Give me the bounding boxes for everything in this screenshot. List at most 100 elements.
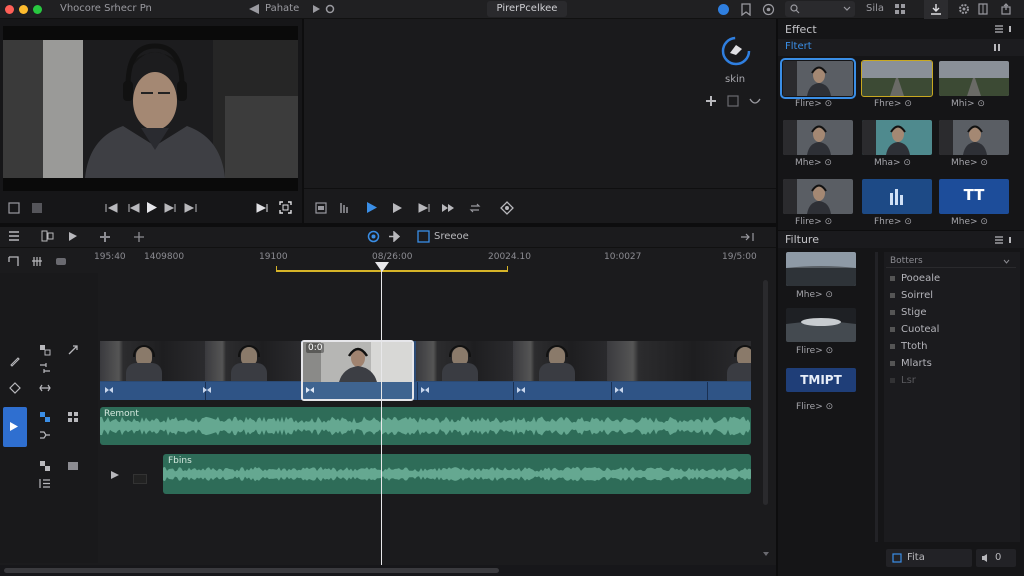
playhead[interactable] [381, 262, 382, 568]
transition-icon[interactable] [516, 386, 526, 394]
loop-icon[interactable] [469, 203, 481, 213]
menu-icon[interactable] [8, 231, 20, 241]
audio2-list-icon[interactable] [39, 478, 51, 489]
track-blend-icon[interactable] [39, 363, 51, 373]
effect-thumbnail[interactable] [939, 120, 1009, 155]
project-title[interactable]: PirerPcelkee [487, 1, 567, 17]
pen-icon[interactable] [9, 355, 21, 367]
select-tool-icon[interactable] [68, 231, 78, 242]
effect-thumbnail[interactable] [862, 120, 932, 155]
add-marker-icon[interactable] [99, 231, 111, 243]
target-icon[interactable] [762, 3, 775, 16]
effect-thumbnail[interactable] [780, 58, 856, 99]
transition-icon[interactable] [305, 386, 315, 394]
filter-list-item[interactable]: Soirrel [890, 290, 933, 301]
effects-menu-icon[interactable] [994, 25, 1004, 33]
filter-thumbnail-road[interactable] [786, 252, 856, 286]
transition-icon[interactable] [420, 386, 430, 394]
jump-end-icon[interactable] [256, 203, 268, 213]
crop-icon[interactable] [727, 95, 739, 107]
audio-monitor-icon[interactable] [39, 411, 51, 423]
zoom-window-button[interactable] [33, 5, 42, 14]
audio2-play-icon[interactable] [110, 470, 120, 480]
audio-meters-icon[interactable] [339, 202, 349, 214]
zoom-fit-icon[interactable] [740, 232, 756, 242]
grid-icon[interactable] [895, 4, 906, 15]
timeline-horizontal-scrollbar[interactable] [4, 568, 499, 573]
clip-edge[interactable] [707, 382, 708, 400]
viewer-video-frame[interactable] [3, 26, 298, 191]
clip-edge[interactable] [611, 382, 612, 400]
in-out-range[interactable] [276, 270, 508, 272]
next-frame-icon[interactable] [164, 203, 176, 213]
fullscreen-icon[interactable] [279, 201, 292, 214]
snapping-icon[interactable] [367, 230, 380, 243]
arrow-right-icon[interactable] [388, 231, 401, 242]
filter-list-item[interactable]: Ttoth [890, 341, 927, 352]
filter-list-item[interactable]: Mlarts [890, 358, 932, 369]
skimming-icon[interactable] [31, 256, 43, 267]
snap-icon[interactable] [8, 256, 19, 267]
secondary-play-button[interactable] [366, 201, 378, 214]
distort-icon[interactable] [749, 95, 761, 107]
audio2-solo-icon[interactable] [67, 460, 79, 472]
filters-more-icon[interactable] [1008, 236, 1012, 244]
snapshot-icon[interactable] [500, 201, 514, 215]
filter-list-item[interactable]: Cuoteal [890, 324, 939, 335]
timeline-tool-label[interactable]: Sreeoe [434, 231, 469, 242]
sidebar-label[interactable]: Sila [866, 3, 884, 14]
audio-skimming-icon[interactable] [55, 256, 67, 267]
skip-back-icon[interactable] [105, 203, 119, 213]
transition-icon[interactable] [614, 386, 624, 394]
clip-appearance-icon[interactable] [41, 230, 54, 242]
playhead-handle[interactable] [375, 262, 389, 272]
audio-clip-2[interactable] [163, 454, 751, 494]
play-preview-icon[interactable] [311, 4, 321, 14]
add-track-icon[interactable] [133, 231, 145, 243]
transform-icon[interactable] [705, 95, 717, 107]
audio2-split-icon[interactable] [39, 460, 51, 472]
share-label[interactable]: Pahate [265, 3, 299, 14]
skip-forward-icon[interactable] [183, 203, 197, 213]
audio-route-icon[interactable] [39, 430, 51, 440]
audio-grid-icon[interactable] [67, 411, 79, 423]
track-split-icon[interactable] [39, 344, 51, 356]
safe-zones-icon[interactable] [8, 202, 20, 214]
scroll-down-icon[interactable] [762, 551, 770, 557]
in-point-marker[interactable] [276, 266, 277, 272]
color-wheel-icon[interactable] [720, 35, 752, 67]
gear-icon[interactable] [958, 3, 970, 15]
secondary-play-alt-icon[interactable] [392, 202, 403, 214]
effects-pin-icon[interactable] [993, 43, 1001, 52]
share-icon[interactable] [248, 3, 260, 15]
close-window-button[interactable] [5, 5, 14, 14]
chevron-down-icon[interactable] [843, 6, 851, 12]
timeline-vertical-scrollbar[interactable] [763, 280, 768, 505]
effect-thumbnail[interactable] [861, 60, 933, 97]
filter-list-item[interactable]: Lsr [890, 375, 916, 386]
filter-list-item[interactable]: Pooeale [890, 273, 940, 284]
cloud-sync-icon[interactable] [717, 3, 730, 16]
transition-icon[interactable] [104, 386, 114, 394]
previous-frame-icon[interactable] [128, 203, 140, 213]
audio-clip-1[interactable] [100, 407, 751, 445]
track-height-icon[interactable] [39, 383, 51, 393]
effect-thumbnail[interactable] [783, 120, 853, 155]
fast-forward-icon[interactable] [441, 203, 455, 213]
out-point-marker[interactable] [507, 266, 508, 272]
filter-thumbnail-tunnel[interactable] [786, 308, 856, 342]
settings-icon[interactable] [325, 4, 335, 14]
bookmark-icon[interactable] [740, 3, 752, 16]
filters-list-scrollbar[interactable] [875, 252, 878, 542]
transition-icon[interactable] [202, 386, 212, 394]
effect-thumbnail[interactable] [939, 61, 1009, 96]
track-link-icon[interactable] [67, 344, 79, 356]
viewer-layout-icon[interactable] [315, 202, 327, 214]
share-export-icon[interactable] [1000, 3, 1012, 15]
effect-thumbnail[interactable] [783, 179, 853, 214]
effects-more-icon[interactable] [1008, 25, 1012, 33]
effects-tab[interactable]: Fltert [785, 41, 812, 52]
clip-edge[interactable] [417, 382, 418, 400]
inspector-icon[interactable] [978, 3, 988, 15]
aspect-icon[interactable] [31, 202, 43, 214]
